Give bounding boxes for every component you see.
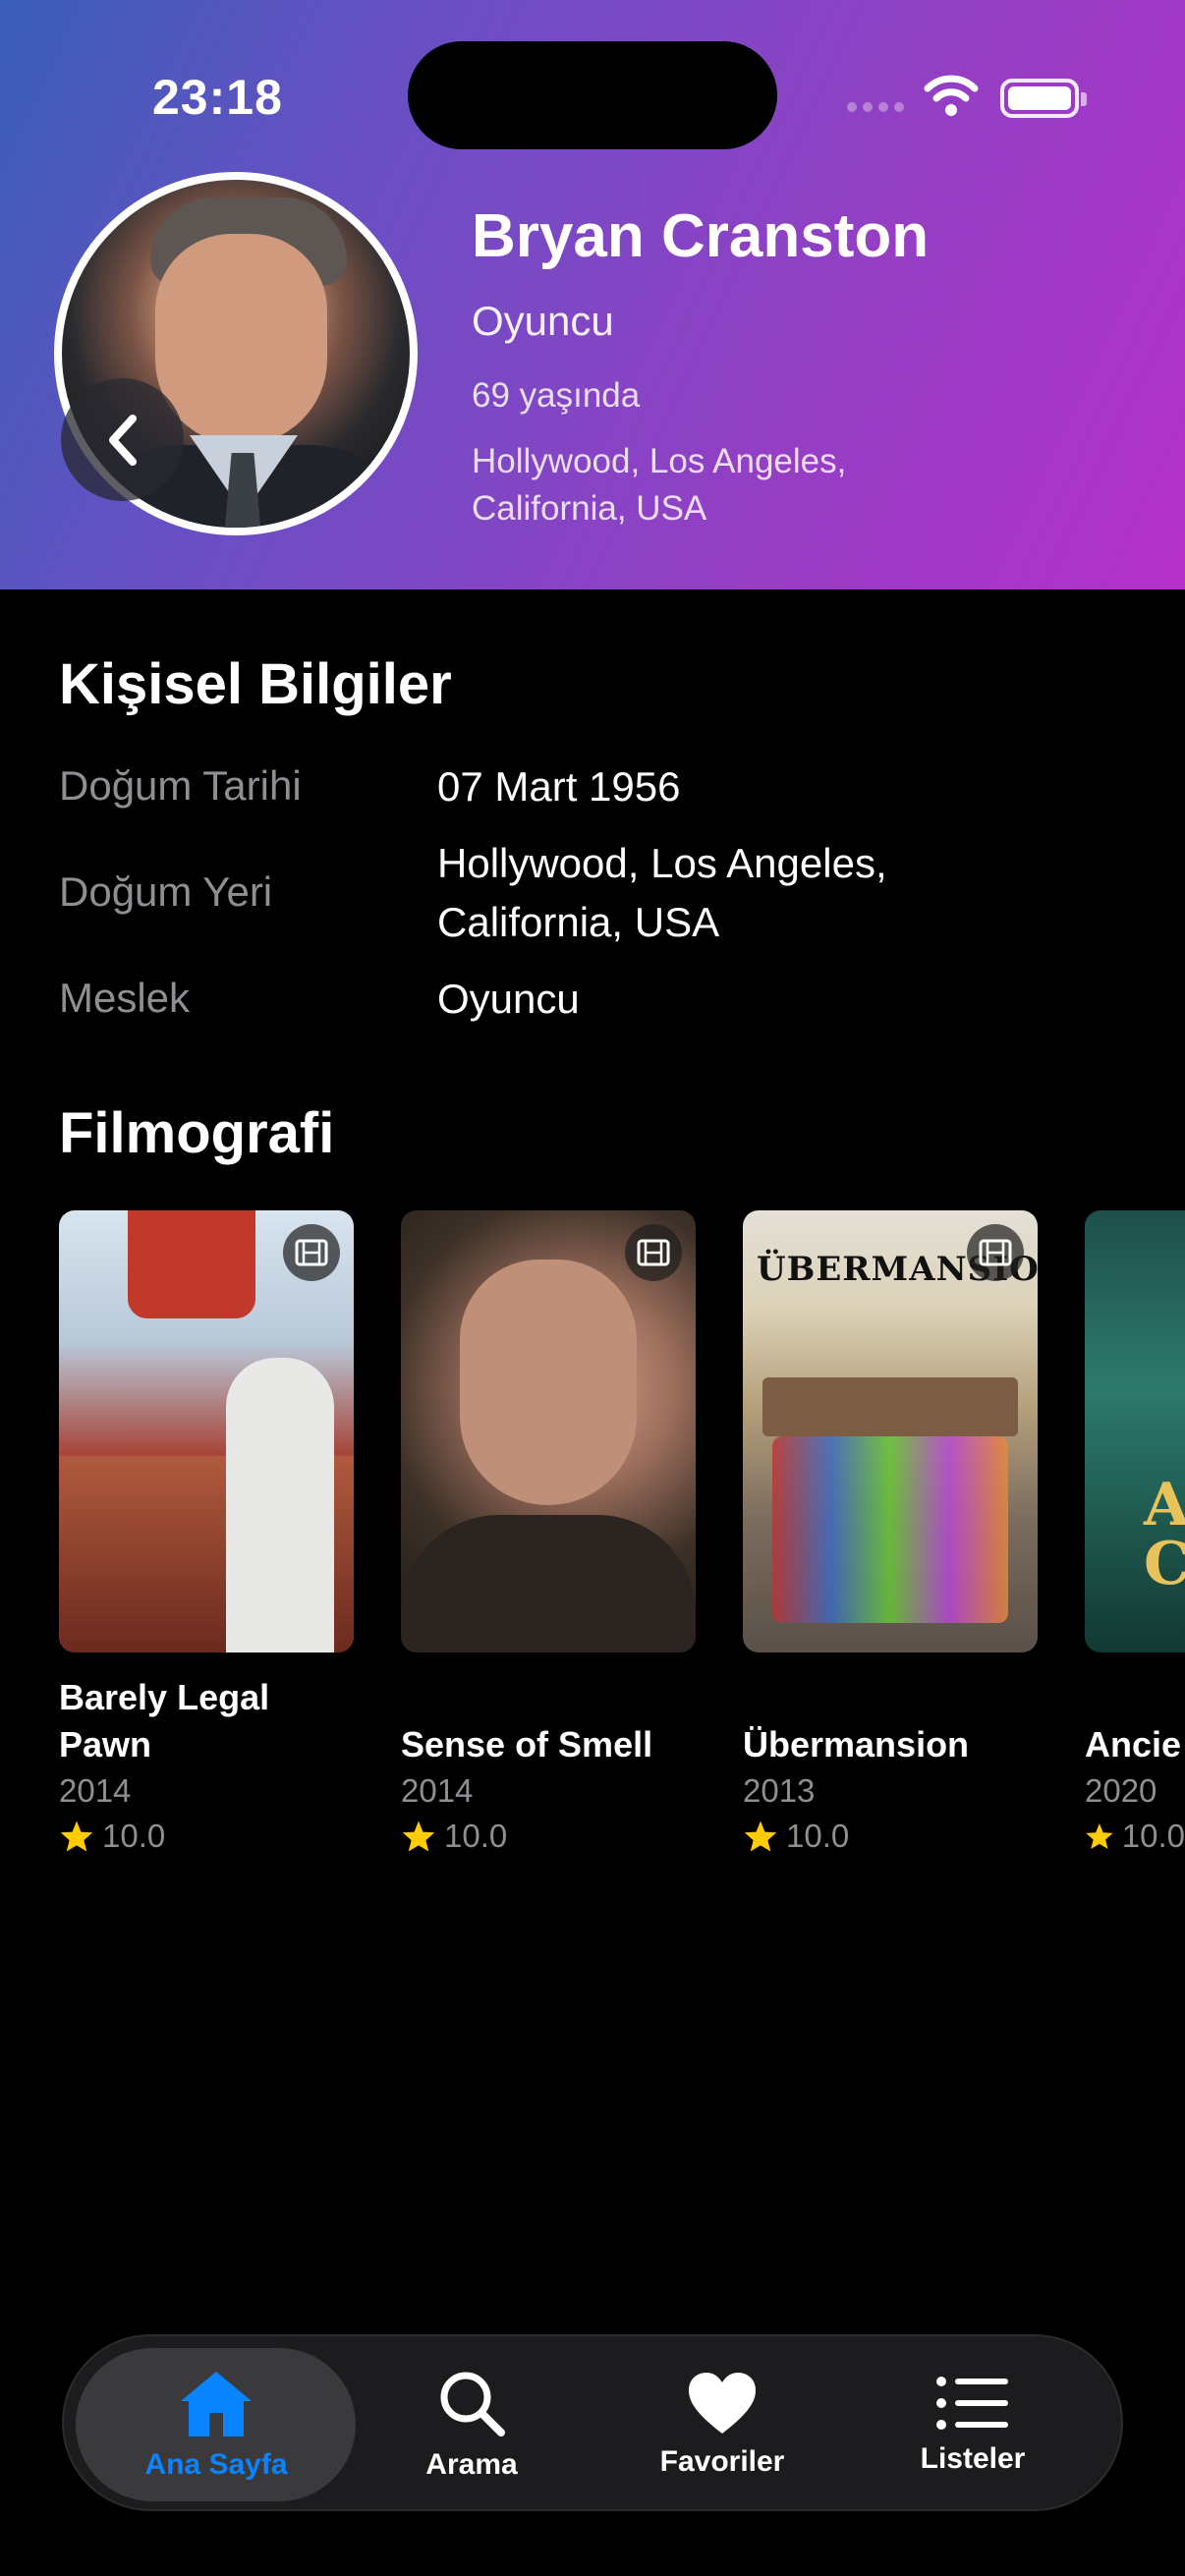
- tab-favorites[interactable]: Favoriler: [599, 2336, 845, 2513]
- film-badge-icon: [967, 1224, 1024, 1281]
- actor-birthplace: Hollywood, Los Angeles, California, USA: [472, 442, 847, 528]
- film-card[interactable]: ÜBERMANSION Übermansion 2013 10.0: [743, 1210, 1038, 1859]
- film-rating-value: 10.0: [444, 1818, 508, 1854]
- film-rating-value: 10.0: [786, 1818, 850, 1854]
- info-value-birthdate: 07 Mart 1956: [437, 763, 681, 810]
- profile-header: 23:18 Bryan Cranston Oyuncu 69 yaşında H…: [0, 0, 1185, 589]
- status-time: 23:18: [152, 70, 283, 125]
- tab-search-label: Arama: [425, 2448, 518, 2481]
- film-poster: [59, 1210, 354, 1652]
- heart-icon: [689, 2373, 756, 2434]
- personal-info-title: Kişisel Bilgiler: [59, 652, 452, 716]
- film-badge-icon: [283, 1224, 340, 1281]
- actor-age: 69 yaşında: [472, 376, 641, 415]
- star-icon: [1086, 1822, 1113, 1850]
- film-year: 2013: [743, 1772, 816, 1809]
- filmography-title: Filmografi: [59, 1101, 335, 1165]
- info-label-profession: Meslek: [59, 975, 191, 1021]
- film-badge-icon: [625, 1224, 682, 1281]
- wifi-icon: [924, 75, 979, 116]
- info-label-birthplace: Doğum Yeri: [59, 868, 273, 915]
- film-card[interactable]: Sense of Smell 2014 10.0: [401, 1210, 696, 1859]
- tab-home[interactable]: Ana Sayfa: [93, 2336, 339, 2513]
- chevron-left-icon: [108, 414, 137, 466]
- star-icon: [60, 1820, 93, 1852]
- star-icon: [744, 1820, 777, 1852]
- film-title: Barely Legal Pawn: [59, 1677, 270, 1764]
- tab-lists[interactable]: Listeler: [850, 2336, 1096, 2513]
- tab-home-label: Ana Sayfa: [144, 2448, 288, 2481]
- film-poster: [401, 1210, 696, 1652]
- film-rating: 10.0: [401, 1814, 696, 1859]
- info-label-birthdate: Doğum Tarihi: [59, 762, 302, 809]
- film-poster: ÜBERMANSION: [743, 1210, 1038, 1652]
- back-button[interactable]: [61, 378, 184, 501]
- film-card[interactable]: AC Ancie 2020 10.0: [1085, 1210, 1185, 1859]
- search-icon: [440, 2372, 505, 2436]
- actor-name: Bryan Cranston: [472, 202, 930, 270]
- tab-lists-label: Listeler: [920, 2442, 1026, 2475]
- info-value-birthplace: Hollywood, Los Angeles, California, USA: [437, 840, 887, 945]
- film-card[interactable]: Barely Legal Pawn 2014 10.0: [59, 1210, 354, 1859]
- list-icon: [936, 2377, 1008, 2430]
- cellular-signal-icon: [847, 102, 906, 114]
- film-rating-value: 10.0: [102, 1818, 166, 1854]
- film-title: Ancie: [1085, 1724, 1182, 1764]
- dynamic-island: [408, 41, 777, 149]
- tab-favorites-label: Favoriler: [659, 2445, 785, 2478]
- film-poster: AC: [1085, 1210, 1185, 1652]
- film-rating-value: 10.0: [1121, 1818, 1185, 1854]
- film-rating: 10.0: [743, 1814, 1038, 1859]
- film-year: 2014: [59, 1772, 132, 1809]
- film-year: 2014: [401, 1772, 474, 1809]
- battery-icon: [1000, 79, 1087, 118]
- tab-search[interactable]: Arama: [349, 2336, 594, 2513]
- film-year: 2020: [1085, 1772, 1157, 1809]
- star-icon: [402, 1820, 435, 1852]
- film-title: Übermansion: [743, 1724, 970, 1764]
- film-rating: 10.0: [59, 1814, 354, 1859]
- film-rating: 10.0: [1085, 1814, 1185, 1859]
- actor-profession: Oyuncu: [472, 298, 614, 344]
- tab-bar: Ana Sayfa Arama Favoriler Listeler: [62, 2334, 1123, 2511]
- house-icon: [181, 2372, 252, 2436]
- film-title: Sense of Smell: [401, 1724, 653, 1764]
- info-value-profession: Oyuncu: [437, 976, 580, 1022]
